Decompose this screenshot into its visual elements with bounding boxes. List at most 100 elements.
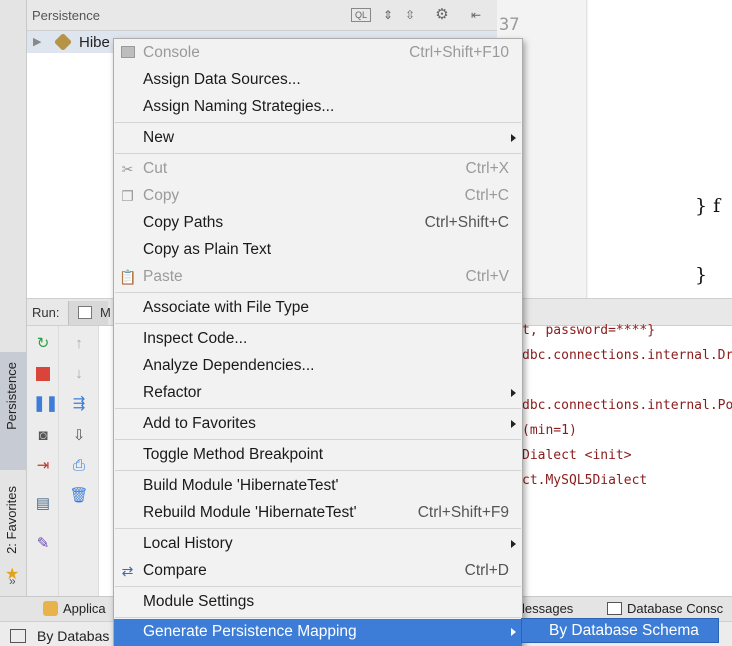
trash-icon[interactable]: 🗑 (69, 486, 89, 506)
persistence-panel-header: Persistence QL ⇕ ⇳ ⚙ ⇤ (27, 0, 497, 31)
menu-item-generate-persistence-mapping[interactable]: Generate Persistence Mapping (114, 619, 522, 646)
menu-item-module-settings[interactable]: Module Settings (114, 589, 522, 616)
submenu: By Database Schema (521, 618, 719, 643)
menu-item-label: Generate Persistence Mapping (143, 623, 357, 640)
persistence-panel-title: Persistence (32, 8, 100, 23)
menu-item-refactor[interactable]: Refactor (114, 380, 522, 407)
console-line: Dialect <init> (522, 448, 632, 463)
menu-separator (115, 153, 521, 154)
menu-item-shortcut: Ctrl+X (465, 160, 510, 177)
jpa-ql-icon[interactable]: QL (351, 8, 371, 22)
menu-separator (115, 122, 521, 123)
menu-item-shortcut: Ctrl+V (465, 268, 510, 285)
more-tools-icon[interactable]: » (9, 574, 16, 588)
print-icon[interactable]: ⎙ (69, 456, 89, 476)
menu-item-label: Compare (143, 562, 207, 579)
gear-icon[interactable]: ⚙ (433, 7, 451, 23)
menu-separator (115, 617, 521, 618)
camera-icon[interactable]: ◙ (33, 426, 53, 446)
submenu-item-by-database-schema[interactable]: By Database Schema (549, 622, 699, 640)
menu-item-console[interactable]: Console Ctrl+Shift+F10 (114, 40, 522, 67)
run-toolbar-secondary: ↑ ↓ ⇶ ⇩ ⎙ 🗑 (59, 326, 99, 596)
menu-item-label: Add to Favorites (143, 415, 256, 432)
submenu-arrow-icon (511, 628, 516, 636)
tool-tab-persistence-label: Persistence (4, 362, 19, 430)
expand-all-icon[interactable]: ⇕ (379, 7, 397, 23)
menu-separator (115, 528, 521, 529)
code-line: } f (695, 195, 721, 217)
menu-item-local-history[interactable]: Local History (114, 531, 522, 558)
menu-item-shortcut: Ctrl+D (464, 562, 509, 579)
bottom-tab-messages[interactable]: lessages (522, 601, 573, 616)
menu-item-add-to-favorites[interactable]: Add to Favorites (114, 411, 522, 438)
stop-icon[interactable] (33, 364, 53, 384)
menu-item-label: Build Module 'HibernateTest' (143, 477, 339, 494)
console-line: dbc.connections.internal.Dr (522, 348, 732, 363)
menu-item-assign-data-sources[interactable]: Assign Data Sources... (114, 67, 522, 94)
submenu-arrow-icon (511, 134, 516, 142)
menu-item-label: Paste (143, 268, 183, 285)
scroll-to-end-icon[interactable]: ⇩ (69, 426, 89, 446)
menu-separator (115, 470, 521, 471)
paste-icon: 📋 (119, 269, 137, 285)
menu-separator (115, 408, 521, 409)
collapse-all-icon[interactable]: ⇳ (401, 7, 419, 23)
tool-tab-persistence[interactable]: Persistence (0, 352, 27, 470)
console-line: t, password=****} (522, 323, 656, 338)
status-text: By Databas (37, 628, 110, 644)
hibernate-icon (53, 32, 73, 52)
soft-wrap-icon[interactable]: ⇶ (69, 394, 89, 414)
tree-item-label: Hibe (79, 34, 110, 51)
expand-arrow-icon[interactable]: ▶ (33, 35, 41, 48)
menu-item-associate-file-type[interactable]: Associate with File Type (114, 295, 522, 322)
arrow-down-icon[interactable]: ↓ (69, 364, 89, 384)
menu-item-copy-as-plain-text[interactable]: Copy as Plain Text (114, 237, 522, 264)
menu-item-label: Rebuild Module 'HibernateTest' (143, 504, 357, 521)
code-editor[interactable] (588, 0, 732, 298)
menu-item-label: Copy as Plain Text (143, 241, 272, 258)
menu-item-compare[interactable]: ⇄ Compare Ctrl+D (114, 558, 522, 585)
menu-item-shortcut: Ctrl+Shift+C (424, 214, 509, 231)
menu-item-assign-naming-strategies[interactable]: Assign Naming Strategies... (114, 94, 522, 121)
menu-item-label: Local History (143, 535, 233, 552)
menu-item-analyze-dependencies[interactable]: Analyze Dependencies... (114, 353, 522, 380)
menu-separator (115, 439, 521, 440)
compare-icon: ⇄ (121, 563, 134, 579)
menu-item-copy-paths[interactable]: Copy Paths Ctrl+Shift+C (114, 210, 522, 237)
menu-item-toggle-method-breakpoint[interactable]: Toggle Method Breakpoint (114, 442, 522, 469)
menu-item-label: Analyze Dependencies... (143, 357, 315, 374)
layout-icon[interactable]: ▤ (33, 494, 53, 514)
menu-item-label: Assign Naming Strategies... (143, 98, 335, 115)
menu-item-new[interactable]: New (114, 125, 522, 152)
menu-item-cut[interactable]: ✂ Cut Ctrl+X (114, 156, 522, 183)
submenu-arrow-icon (511, 389, 516, 397)
arrow-up-icon[interactable]: ↑ (69, 334, 89, 354)
menu-separator (115, 292, 521, 293)
pause-icon[interactable]: ❚❚ (33, 394, 58, 414)
menu-item-paste[interactable]: 📋 Paste Ctrl+V (114, 264, 522, 291)
menu-item-label: Associate with File Type (143, 299, 309, 316)
submenu-arrow-icon (511, 420, 516, 428)
bottom-tab-database-console[interactable]: Database Consc (627, 601, 723, 616)
menu-item-copy[interactable]: ❐ Copy Ctrl+C (114, 183, 522, 210)
menu-item-label: Copy Paths (143, 214, 224, 231)
menu-item-rebuild-module[interactable]: Rebuild Module 'HibernateTest' Ctrl+Shif… (114, 500, 522, 527)
menu-item-label: Module Settings (143, 593, 255, 610)
left-tool-stripe: Persistence 2: Favorites ★ » (0, 0, 27, 596)
menu-item-inspect-code[interactable]: Inspect Code... (114, 326, 522, 353)
hide-panel-icon[interactable]: ⇤ (467, 7, 485, 23)
console-line: ct.MySQL5Dialect (522, 473, 648, 488)
rerun-icon[interactable]: ↻ (33, 334, 53, 354)
console-line: (min=1) (522, 423, 577, 438)
menu-item-label: New (143, 129, 175, 146)
submenu-arrow-icon (511, 540, 516, 548)
bottom-tab-application[interactable]: Applica (63, 601, 106, 616)
tool-windows-toggle-icon[interactable] (10, 629, 26, 643)
menu-item-shortcut: Ctrl+C (464, 187, 509, 204)
pin-icon[interactable]: ✎ (33, 534, 53, 554)
menu-item-label: Copy (143, 187, 180, 204)
menu-item-build-module[interactable]: Build Module 'HibernateTest' (114, 473, 522, 500)
run-config-icon (78, 306, 92, 319)
login-icon[interactable]: ⇥ (33, 456, 53, 476)
scissors-icon: ✂ (121, 161, 134, 177)
